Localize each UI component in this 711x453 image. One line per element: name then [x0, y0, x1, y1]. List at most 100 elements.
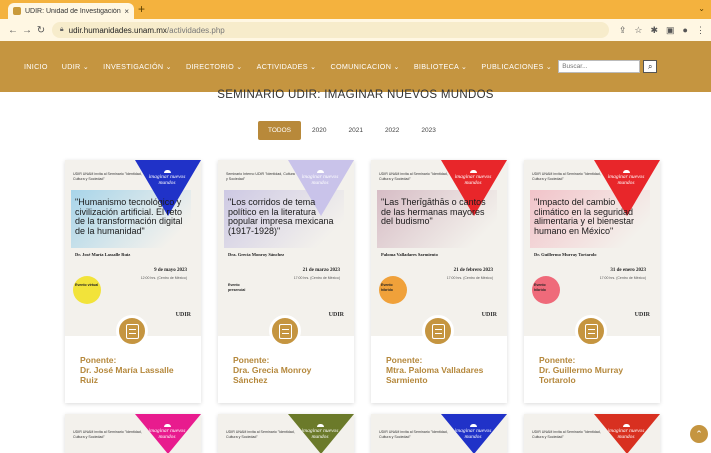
sidebar-icon[interactable]: ▣ [666, 25, 675, 36]
main-menu: INICIO UDIR ⌄ INVESTIGACIÓN ⌄ DIRECTORIO ⌄ A… [24, 62, 552, 71]
poster-speaker: Paloma Valladares Sarmiento [381, 252, 438, 257]
activity-card[interactable]: UDIR UNAM invita al Seminario "Identidad… [65, 160, 201, 403]
document-icon [584, 323, 598, 339]
poster-time: 17:00 hrs. (Centro de México) [293, 276, 340, 280]
speaker-name[interactable]: Dra. Grecia Monroy Sánchez [233, 365, 345, 386]
speaker-name[interactable]: Mtra. Paloma Valladares Sarmiento [386, 365, 498, 386]
poster-motto: imaginar nuevos mundos [298, 424, 342, 441]
speaker-label: Ponente: [80, 355, 117, 365]
back-icon[interactable]: ← [6, 25, 20, 36]
event-type-badge: Evento híbrido [532, 276, 560, 304]
nav-item-3[interactable]: DIRECTORIO ⌄ [186, 62, 243, 71]
cloud-icon [469, 170, 477, 173]
activity-card[interactable]: UDIR UNAM invita al Seminario "Identidad… [524, 414, 660, 453]
activity-card[interactable]: UDIR UNAM invita al Seminario "Identidad… [65, 414, 201, 453]
activity-card[interactable]: UDIR UNAM invita al Seminario "Identidad… [371, 414, 507, 453]
poster-logos: UDIR [329, 312, 344, 318]
filter-2023[interactable]: 2023 [410, 121, 446, 140]
tab-search-icon[interactable]: ⌄ [698, 4, 705, 13]
poster-heading: UDIR UNAM invita al Seminario "Identidad… [226, 430, 295, 439]
filter-2020[interactable]: 2020 [301, 121, 337, 140]
url-field[interactable]: 🔒︎ udir.humanidades.unam.mx/actividades.… [51, 22, 609, 38]
poster-motto: imaginar nuevos mundos [145, 424, 189, 441]
poster-motto-text: imaginar nuevos mundos [454, 428, 492, 441]
nav-item-5[interactable]: COMUNICACION ⌄ [330, 62, 399, 71]
nav-item-7[interactable]: PUBLICACIONES ⌄ [481, 62, 552, 71]
document-icon [125, 323, 139, 339]
poster-date: 31 de enero 2023 [610, 268, 646, 273]
new-tab-button[interactable]: + [138, 2, 145, 16]
cloud-icon [469, 424, 477, 427]
document-badge[interactable] [575, 315, 607, 347]
poster-motto-text: imaginar nuevos mundos [148, 428, 186, 441]
event-poster[interactable]: UDIR UNAM invita al Seminario "Identidad… [371, 160, 507, 336]
event-type-badge: Evento presencial [226, 276, 254, 304]
cloud-icon [622, 424, 630, 427]
poster-motto: imaginar nuevos mundos [604, 424, 648, 441]
cloud-icon [316, 424, 324, 427]
search-icon[interactable]: ⌕ [643, 60, 658, 73]
url-host: udir.humanidades.unam.mx [68, 25, 167, 35]
document-badge[interactable] [116, 315, 148, 347]
search-input[interactable] [558, 60, 641, 73]
filter-2022[interactable]: 2022 [374, 121, 410, 140]
poster-motto-text: imaginar nuevos mundos [607, 174, 645, 187]
activity-card[interactable]: UDIR UNAM invita al Seminario "Identidad… [218, 414, 354, 453]
filter-todos[interactable]: TODOS [258, 121, 301, 140]
udir-logo: UDIR [328, 312, 344, 318]
site-navbar: INICIO UDIR ⌄ INVESTIGACIÓN ⌄ DIRECTORIO ⌄ A… [0, 41, 711, 92]
event-poster[interactable]: UDIR UNAM invita al Seminario "Identidad… [65, 160, 201, 336]
reload-icon[interactable]: ↻ [34, 25, 48, 36]
nav-item-6[interactable]: BIBLIOTECA ⌄ [414, 62, 468, 71]
extensions-icon[interactable]: ✱ [650, 25, 658, 36]
udir-logo: UDIR [634, 312, 650, 318]
forward-icon[interactable]: → [20, 25, 34, 36]
close-tab-icon[interactable]: × [124, 7, 129, 16]
page-title: SEMINARIO UDIR: IMAGINAR NUEVOS MUNDOS [217, 89, 494, 101]
poster-motto-text: imaginar nuevos mundos [301, 428, 339, 441]
profile-avatar-icon[interactable]: ● [683, 25, 688, 36]
poster-speaker: Dra. Grecia Monroy Sánchez [228, 252, 285, 257]
favicon-icon [13, 7, 21, 15]
nav-item-2[interactable]: INVESTIGACIÓN ⌄ [103, 62, 172, 71]
cloud-icon [622, 170, 630, 173]
speaker-label: Ponente: [539, 355, 576, 365]
browser-tabstrip: UDIR: Unidad de Investigación × + ⌄ [0, 0, 711, 19]
bookmark-star-icon[interactable]: ☆ [634, 25, 642, 36]
speaker-name[interactable]: Dr. José María Lassalle Ruiz [80, 365, 192, 386]
activity-card[interactable]: Seminario Interno UDIR "Identidad, Cultu… [218, 160, 354, 403]
poster-heading: UDIR UNAM invita al Seminario "Identidad… [379, 172, 448, 181]
browser-tab[interactable]: UDIR: Unidad de Investigación × [8, 3, 134, 19]
event-poster[interactable]: Seminario Interno UDIR "Identidad, Cultu… [218, 160, 354, 336]
poster-logos: UDIR [176, 312, 191, 318]
tab-title: UDIR: Unidad de Investigación [25, 7, 121, 15]
nav-item-0[interactable]: INICIO [24, 62, 48, 71]
poster-heading: UDIR UNAM invita al Seminario "Identidad… [73, 172, 142, 181]
poster-motto: imaginar nuevos mundos [145, 170, 189, 187]
poster-logos: UDIR [635, 312, 650, 318]
event-type-badge: Evento híbrido [379, 276, 407, 304]
event-poster[interactable]: UDIR UNAM invita al Seminario "Identidad… [524, 160, 660, 336]
share-icon[interactable]: ⇪ [619, 25, 627, 36]
poster-heading: Seminario Interno UDIR "Identidad, Cultu… [226, 172, 295, 181]
cloud-icon [316, 170, 324, 173]
chrome-menu-icon[interactable]: ⋮ [696, 25, 705, 36]
scroll-to-top-button[interactable]: ⌃ [690, 425, 708, 443]
cloud-icon [163, 170, 171, 173]
document-badge[interactable] [269, 315, 301, 347]
address-bar: ← → ↻ 🔒︎ udir.humanidades.unam.mx/activi… [0, 19, 711, 41]
nav-item-1[interactable]: UDIR ⌄ [62, 62, 89, 71]
poster-heading: UDIR UNAM invita al Seminario "Identidad… [379, 430, 448, 439]
poster-quote: "Los corridos de tema político en la lit… [228, 197, 334, 237]
year-filters: TODOS 2020 2021 2022 2023 [258, 121, 447, 140]
activity-card[interactable]: UDIR UNAM invita al Seminario "Identidad… [524, 160, 660, 403]
activity-card[interactable]: UDIR UNAM invita al Seminario "Identidad… [371, 160, 507, 403]
speaker-name[interactable]: Dr. Guillermo Murray Tortarolo [539, 365, 651, 386]
nav-item-4[interactable]: ACTIVIDADES ⌄ [257, 62, 317, 71]
poster-time: 17:00 hrs. (Centro de México) [599, 276, 646, 280]
filter-2021[interactable]: 2021 [337, 121, 373, 140]
document-badge[interactable] [422, 315, 454, 347]
udir-logo: UDIR [175, 312, 191, 318]
poster-motto-text: imaginar nuevos mundos [148, 174, 186, 187]
poster-date: 21 de febrero 2023 [453, 268, 493, 273]
